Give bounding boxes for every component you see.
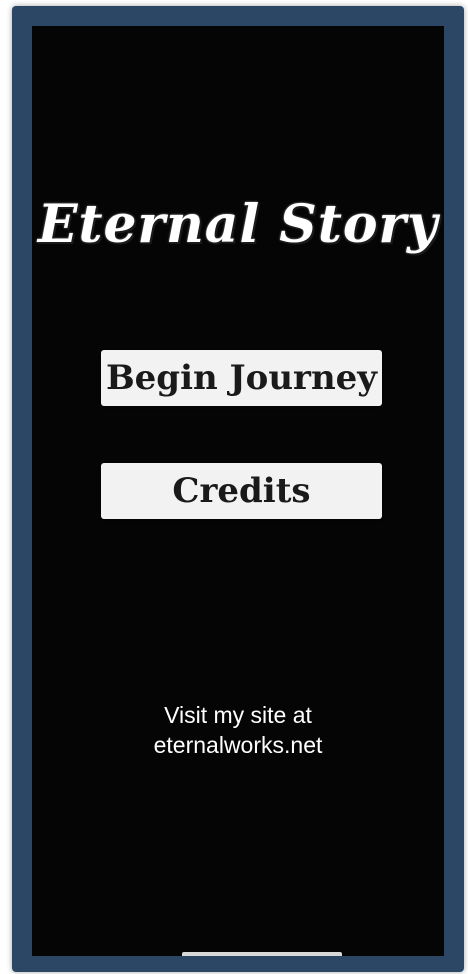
footer: Visit my site at eternalworks.net xyxy=(32,700,444,760)
site-link[interactable]: eternalworks.net xyxy=(32,730,444,760)
device-frame: Eternal Story Begin Journey Credits Visi… xyxy=(12,6,464,972)
game-title: Eternal Story xyxy=(37,194,439,255)
begin-journey-button[interactable]: Begin Journey xyxy=(101,350,382,406)
footer-prefix: Visit my site at xyxy=(164,702,312,728)
home-indicator xyxy=(182,952,342,956)
credits-button[interactable]: Credits xyxy=(101,463,382,519)
game-screen: Eternal Story Begin Journey Credits Visi… xyxy=(32,26,444,956)
